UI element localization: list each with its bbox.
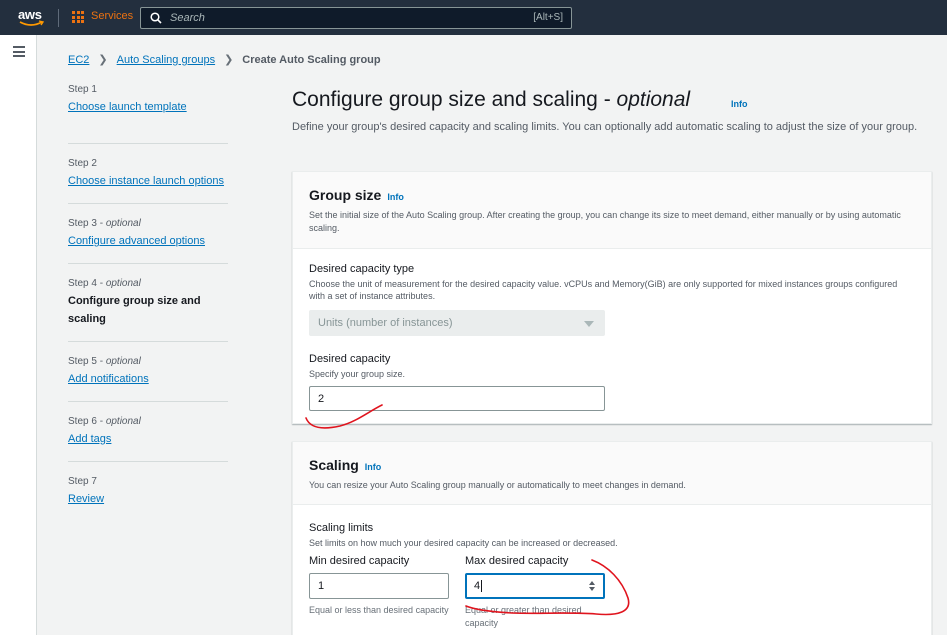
breadcrumb-auto-scaling-groups[interactable]: Auto Scaling groups: [117, 54, 215, 66]
group-size-title: Group size: [309, 187, 382, 203]
search-icon: [150, 12, 162, 24]
search-shortcut-hint: [Alt+S]: [533, 12, 563, 23]
step-current-configure-group-size: Configure group size and scaling: [68, 295, 201, 325]
step-link-add-notifications[interactable]: Add notifications: [68, 373, 228, 385]
desired-capacity-label: Desired capacity: [309, 353, 391, 365]
min-capacity-constraint: Equal or less than desired capacity: [309, 605, 449, 615]
capacity-type-select: Units (number of instances): [309, 310, 605, 336]
wizard-step-4: Step 4 - optional Configure group size a…: [68, 264, 228, 342]
min-capacity-value: 1: [318, 580, 325, 592]
chevron-right-icon: ❯: [98, 54, 108, 66]
desired-capacity-input[interactable]: [309, 386, 605, 411]
max-capacity-input[interactable]: 4: [465, 573, 605, 599]
desired-capacity-hint: Specify your group size.: [309, 369, 406, 379]
wizard-step-6: Step 6 - optional Add tags: [68, 402, 228, 462]
page-description: Define your group's desired capacity and…: [292, 121, 918, 133]
search-input[interactable]: Search [Alt+S]: [140, 7, 572, 29]
step-number: Step 4 - optional: [68, 278, 141, 289]
number-spinner-icon[interactable]: [589, 581, 595, 591]
capacity-type-value: Units (number of instances): [318, 317, 453, 329]
scaling-limits-hint: Set limits on how much your desired capa…: [309, 538, 618, 548]
step-link-choose-instance-launch-options[interactable]: Choose instance launch options: [68, 175, 228, 187]
step-number: Step 3 - optional: [68, 218, 141, 229]
chevron-right-icon: ❯: [224, 54, 234, 66]
scaling-panel: Scaling Info You can resize your Auto Sca…: [292, 441, 932, 635]
max-capacity-field: Max desired capacity 4 Equal or greater …: [465, 555, 605, 630]
group-size-body: Desired capacity type Choose the unit of…: [293, 249, 931, 425]
services-menu-button[interactable]: Services: [91, 10, 133, 22]
wizard-step-3: Step 3 - optional Configure advanced opt…: [68, 204, 228, 264]
capacity-type-hint: Choose the unit of measurement for the d…: [309, 279, 898, 301]
max-capacity-label: Max desired capacity: [465, 555, 569, 567]
text-cursor: [481, 580, 483, 592]
group-size-info-link[interactable]: Info: [387, 192, 404, 202]
group-size-header: Group size Info Set the initial size of t…: [293, 172, 931, 249]
aws-logo[interactable]: aws: [18, 6, 48, 30]
step-number: Step 6 - optional: [68, 416, 141, 427]
step-link-add-tags[interactable]: Add tags: [68, 433, 228, 445]
hamburger-menu-icon[interactable]: [13, 46, 25, 57]
wizard-step-5: Step 5 - optional Add notifications: [68, 342, 228, 402]
page-title-optional: optional: [616, 88, 691, 111]
services-grid-icon[interactable]: [72, 11, 84, 23]
caret-down-icon: [584, 321, 594, 327]
page-info-link[interactable]: Info: [731, 99, 748, 109]
breadcrumb-current: Create Auto Scaling group: [242, 53, 381, 66]
step-link-review[interactable]: Review: [68, 493, 228, 505]
max-capacity-constraint: Equal or greater than desired capacity: [465, 605, 582, 628]
capacity-type-label: Desired capacity type: [309, 263, 415, 275]
step-number: Step 1: [68, 84, 97, 95]
wizard-step-2: Step 2 Choose instance launch options: [68, 144, 228, 204]
topbar-divider: [58, 9, 59, 27]
step-link-configure-advanced-options[interactable]: Configure advanced options: [68, 235, 228, 247]
breadcrumb-ec2[interactable]: EC2: [68, 54, 89, 66]
aws-smile-icon: [19, 20, 45, 26]
max-capacity-value: 4: [474, 580, 481, 592]
step-number: Step 7: [68, 476, 97, 487]
top-navigation-bar: aws Services Search [Alt+S]: [0, 0, 947, 35]
min-capacity-field: Min desired capacity 1 Equal or less tha…: [309, 555, 449, 630]
group-size-subtitle: Set the initial size of the Auto Scaling…: [309, 210, 901, 233]
wizard-step-7: Step 7 Review: [68, 462, 228, 512]
step-number: Step 5 - optional: [68, 356, 141, 367]
group-size-panel: Group size Info Set the initial size of t…: [292, 171, 932, 424]
search-placeholder: Search: [170, 12, 205, 24]
scaling-subtitle: You can resize your Auto Scaling group m…: [309, 480, 686, 490]
wizard-step-1: Step 1 Choose launch template: [68, 84, 228, 144]
page-title: Configure group size and scaling - optio…: [292, 88, 691, 111]
side-navigation-strip: [0, 35, 37, 635]
wizard-steps: Step 1 Choose launch template Step 2 Cho…: [68, 84, 228, 512]
step-link-choose-launch-template[interactable]: Choose launch template: [68, 101, 228, 113]
scaling-limits-label: Scaling limits: [309, 522, 374, 534]
min-capacity-input[interactable]: 1: [309, 573, 449, 599]
scaling-info-link[interactable]: Info: [365, 462, 382, 472]
scaling-title: Scaling: [309, 457, 359, 473]
scaling-header: Scaling Info You can resize your Auto Sca…: [293, 442, 931, 505]
step-number: Step 2: [68, 158, 97, 169]
breadcrumb: EC2 ❯ Auto Scaling groups ❯ Create Auto …: [68, 53, 381, 67]
min-capacity-label: Min desired capacity: [309, 555, 410, 567]
scaling-limit-fields: Min desired capacity 1 Equal or less tha…: [309, 555, 915, 630]
scaling-body: Scaling limits Set limits on how much yo…: [293, 505, 931, 635]
